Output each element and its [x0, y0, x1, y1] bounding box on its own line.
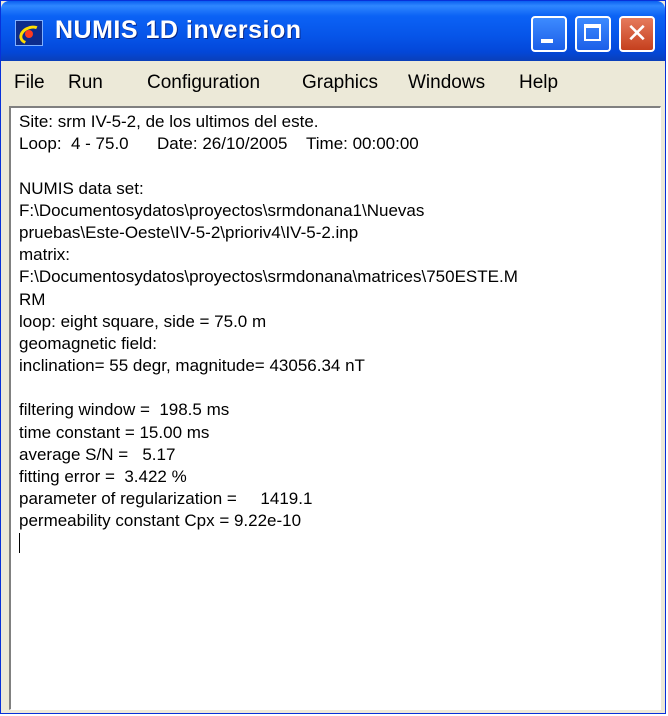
minimize-button[interactable]: [531, 16, 567, 52]
text-line: inclination= 55 degr, magnitude= 43056.3…: [19, 356, 365, 376]
maximize-icon: [584, 24, 601, 41]
menu-windows[interactable]: Windows: [408, 72, 485, 94]
text-line: pruebas\Este-Oeste\IV-5-2\prioriv4\IV-5-…: [19, 222, 359, 242]
text-line: time constant = 15.00 ms: [19, 422, 210, 442]
text-line: [19, 377, 659, 399]
text-line: loop: eight square, side = 75.0 m: [19, 311, 267, 331]
minimize-icon: [541, 39, 553, 43]
text-line: RM: [19, 289, 46, 309]
text-line: matrix:: [19, 245, 70, 265]
text-line: Loop: 4 - 75.0 Date: 26/10/2005 Time: 00…: [19, 134, 419, 154]
maximize-button[interactable]: [575, 16, 611, 52]
numis-app-icon[interactable]: [15, 20, 46, 48]
text-line: average S/N = 5.17: [19, 444, 176, 464]
text-line: NUMIS data set:: [19, 178, 144, 198]
menu-file[interactable]: File: [14, 72, 45, 94]
app-window: NUMIS 1D inversion ✕ File Run Configurat…: [0, 0, 666, 714]
text-line: F:\Documentosydatos\proyectos\srmdonana\…: [19, 267, 518, 287]
text-line: permeability constant Cpx = 9.22e-10: [19, 511, 302, 531]
text-caret: [19, 532, 20, 553]
close-icon: ✕: [626, 19, 648, 49]
window-title: NUMIS 1D inversion: [55, 16, 302, 44]
text-line: fitting error = 3.422 %: [19, 467, 187, 486]
menu-graphics[interactable]: Graphics: [302, 72, 378, 94]
close-button[interactable]: ✕: [619, 16, 655, 52]
text-line: geomagnetic field:: [19, 333, 157, 353]
menu-help[interactable]: Help: [519, 72, 558, 94]
menu-configuration[interactable]: Configuration: [147, 72, 260, 94]
output-text-area[interactable]: Site: srm IV-5-2, de los ultimos del est…: [9, 106, 661, 710]
text-line: F:\Documentosydatos\proyectos\srmdonana1…: [19, 200, 425, 220]
text-line: parameter of regularization = 1419.1: [19, 489, 313, 509]
menu-run[interactable]: Run: [68, 72, 103, 94]
output-text: Site: srm IV-5-2, de los ultimos del est…: [19, 111, 659, 553]
title-bar[interactable]: NUMIS 1D inversion ✕: [1, 1, 665, 61]
menu-bar: File Run Configuration Graphics Windows …: [1, 63, 665, 101]
text-line: filtering window = 198.5 ms: [19, 400, 230, 420]
text-line: Site: srm IV-5-2, de los ultimos del est…: [19, 112, 319, 131]
text-line: [19, 155, 659, 177]
